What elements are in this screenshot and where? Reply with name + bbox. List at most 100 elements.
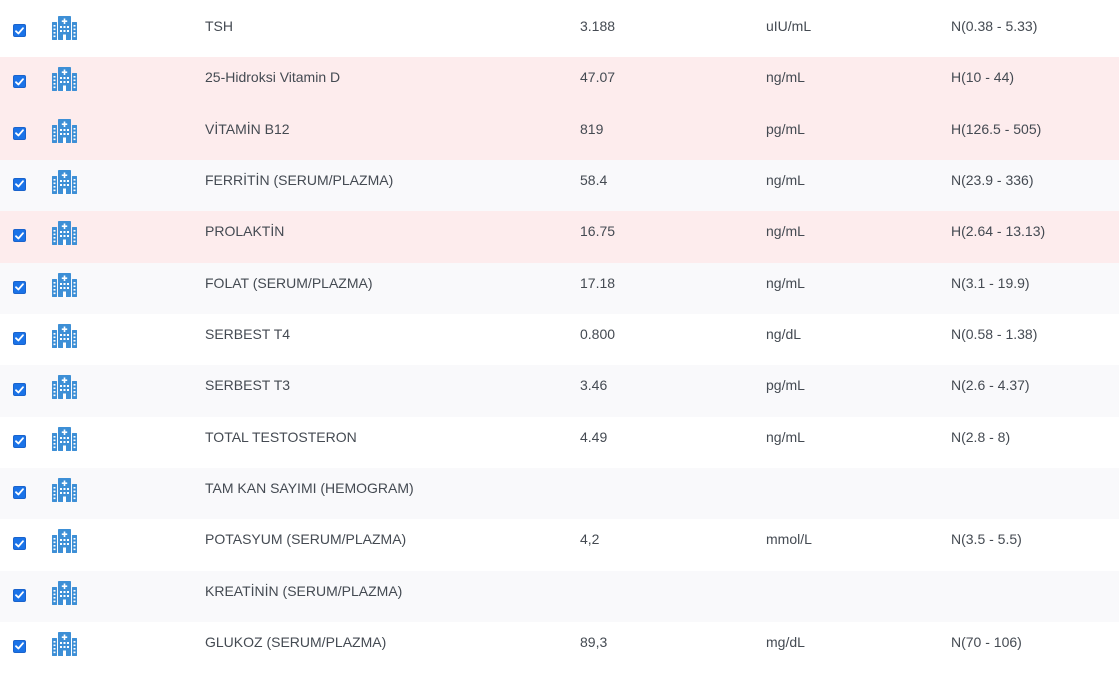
checkmark-icon: [15, 591, 24, 599]
row-checkbox-cell[interactable]: [13, 6, 29, 57]
test-name: GLUKOZ (SERUM/PLAZMA): [205, 633, 387, 650]
checkmark-icon: [15, 488, 24, 496]
test-unit: ng/mL: [766, 171, 805, 188]
hospital-icon[interactable]: [51, 519, 81, 570]
row-checkbox[interactable]: [13, 588, 26, 602]
test-value: 3.188: [580, 18, 616, 34]
hospital-icon[interactable]: [51, 211, 81, 262]
test-unit: ng/mL: [766, 274, 805, 291]
row-checkbox-cell[interactable]: [13, 109, 29, 160]
lab-results-table: TSH 3.188 uIU/mL N(0.38 - 5.33) 25-Hidro…: [0, 6, 1119, 674]
checkmark-icon: [15, 283, 24, 291]
table-row: PROLAKTİN 16.75 ng/mL H(2.64 - 13.13): [0, 211, 1119, 263]
test-value: 17.18: [580, 274, 616, 291]
test-value: 16.75: [580, 223, 616, 240]
hospital-icon[interactable]: [51, 468, 81, 519]
row-checkbox[interactable]: [13, 639, 26, 653]
row-checkbox-cell[interactable]: [13, 519, 29, 570]
hospital-icon[interactable]: [51, 365, 81, 416]
reference-range: N(23.9 - 336): [951, 171, 1034, 188]
row-checkbox-cell[interactable]: [13, 211, 29, 262]
test-value: 0.800: [580, 325, 616, 342]
row-checkbox[interactable]: [13, 75, 26, 89]
row-checkbox-cell[interactable]: [13, 57, 29, 108]
table-row: FOLAT (SERUM/PLAZMA) 17.18 ng/mL N(3.1 -…: [0, 262, 1119, 314]
test-name: POTASYUM (SERUM/PLAZMA): [205, 531, 407, 548]
reference-range: N(70 - 106): [951, 633, 1022, 650]
row-checkbox[interactable]: [13, 280, 26, 294]
reference-range: N(2.8 - 8): [951, 428, 1011, 445]
reference-range: N(0.38 - 5.33): [951, 18, 1038, 34]
test-value: 819: [580, 120, 604, 137]
checkmark-icon: [15, 26, 24, 34]
row-checkbox-cell[interactable]: [13, 417, 29, 468]
hospital-icon[interactable]: [51, 571, 81, 622]
reference-range: N(0.58 - 1.38): [951, 325, 1038, 342]
row-checkbox[interactable]: [13, 331, 26, 345]
test-name: VİTAMİN B12: [205, 120, 290, 137]
test-unit: ng/mL: [766, 428, 805, 445]
checkmark-icon: [15, 540, 24, 548]
test-name: TOTAL TESTOSTERON: [205, 428, 357, 445]
reference-range: N(2.6 - 4.37): [951, 377, 1030, 394]
test-name: SERBEST T4: [205, 325, 291, 342]
table-row: SERBEST T3 3.46 pg/mL N(2.6 - 4.37): [0, 365, 1119, 417]
test-unit: pg/mL: [766, 377, 805, 394]
test-value: 3.46: [580, 377, 608, 394]
hospital-icon[interactable]: [51, 109, 81, 160]
checkmark-icon: [15, 129, 24, 137]
test-unit: ng/mL: [766, 69, 805, 86]
row-checkbox[interactable]: [13, 177, 26, 191]
table-row: TAM KAN SAYIMI (HEMOGRAM): [0, 467, 1119, 520]
row-checkbox[interactable]: [13, 537, 26, 551]
test-unit: mg/dL: [766, 633, 805, 650]
row-checkbox-cell[interactable]: [13, 160, 29, 211]
table-row: FERRİTİN (SERUM/PLAZMA) 58.4 ng/mL N(23.…: [0, 159, 1119, 212]
hospital-icon[interactable]: [51, 160, 81, 211]
checkmark-icon: [15, 642, 24, 650]
checkmark-icon: [15, 386, 24, 394]
checkmark-icon: [15, 180, 24, 188]
test-unit: ng/dL: [766, 325, 802, 342]
row-checkbox-cell[interactable]: [13, 622, 29, 673]
checkmark-icon: [15, 334, 24, 342]
test-name: FERRİTİN (SERUM/PLAZMA): [205, 171, 394, 188]
test-name: TSH: [205, 18, 233, 34]
test-value: 4,2: [580, 531, 600, 548]
test-unit: ng/mL: [766, 223, 805, 240]
row-checkbox-cell[interactable]: [13, 263, 29, 314]
test-unit: mmol/L: [766, 531, 812, 548]
reference-range: N(3.1 - 19.9): [951, 274, 1030, 291]
reference-range: N(3.5 - 5.5): [951, 531, 1022, 548]
test-value: 58.4: [580, 171, 608, 188]
hospital-icon[interactable]: [51, 622, 81, 673]
table-row: TSH 3.188 uIU/mL N(0.38 - 5.33): [0, 6, 1119, 58]
hospital-icon[interactable]: [51, 417, 81, 468]
hospital-icon[interactable]: [51, 314, 81, 365]
test-name: 25-Hidroksi Vitamin D: [205, 69, 341, 86]
row-checkbox-cell[interactable]: [13, 314, 29, 365]
row-checkbox-cell[interactable]: [13, 571, 29, 622]
hospital-icon[interactable]: [51, 6, 81, 57]
table-row: 25-Hidroksi Vitamin D 47.07 ng/mL H(10 -…: [0, 57, 1119, 109]
test-value: 47.07: [580, 69, 616, 86]
hospital-icon[interactable]: [51, 57, 81, 108]
row-checkbox[interactable]: [13, 485, 26, 499]
row-checkbox[interactable]: [13, 229, 26, 243]
test-name: FOLAT (SERUM/PLAZMA): [205, 274, 373, 291]
row-checkbox-cell[interactable]: [13, 365, 29, 416]
row-checkbox-cell[interactable]: [13, 468, 29, 519]
test-name: PROLAKTİN: [205, 223, 285, 240]
row-checkbox[interactable]: [13, 434, 26, 448]
table-row: KREATİNİN (SERUM/PLAZMA): [0, 570, 1119, 622]
reference-range: H(126.5 - 505): [951, 120, 1042, 137]
row-checkbox[interactable]: [13, 383, 26, 397]
table-row: GLUKOZ (SERUM/PLAZMA) 89,3 mg/dL N(70 - …: [0, 621, 1119, 674]
row-checkbox[interactable]: [13, 126, 26, 140]
test-unit: uIU/mL: [766, 18, 812, 34]
test-unit: pg/mL: [766, 120, 805, 137]
hospital-icon[interactable]: [51, 263, 81, 314]
checkmark-icon: [15, 78, 24, 86]
row-checkbox[interactable]: [13, 24, 26, 37]
test-value: 89,3: [580, 633, 608, 650]
